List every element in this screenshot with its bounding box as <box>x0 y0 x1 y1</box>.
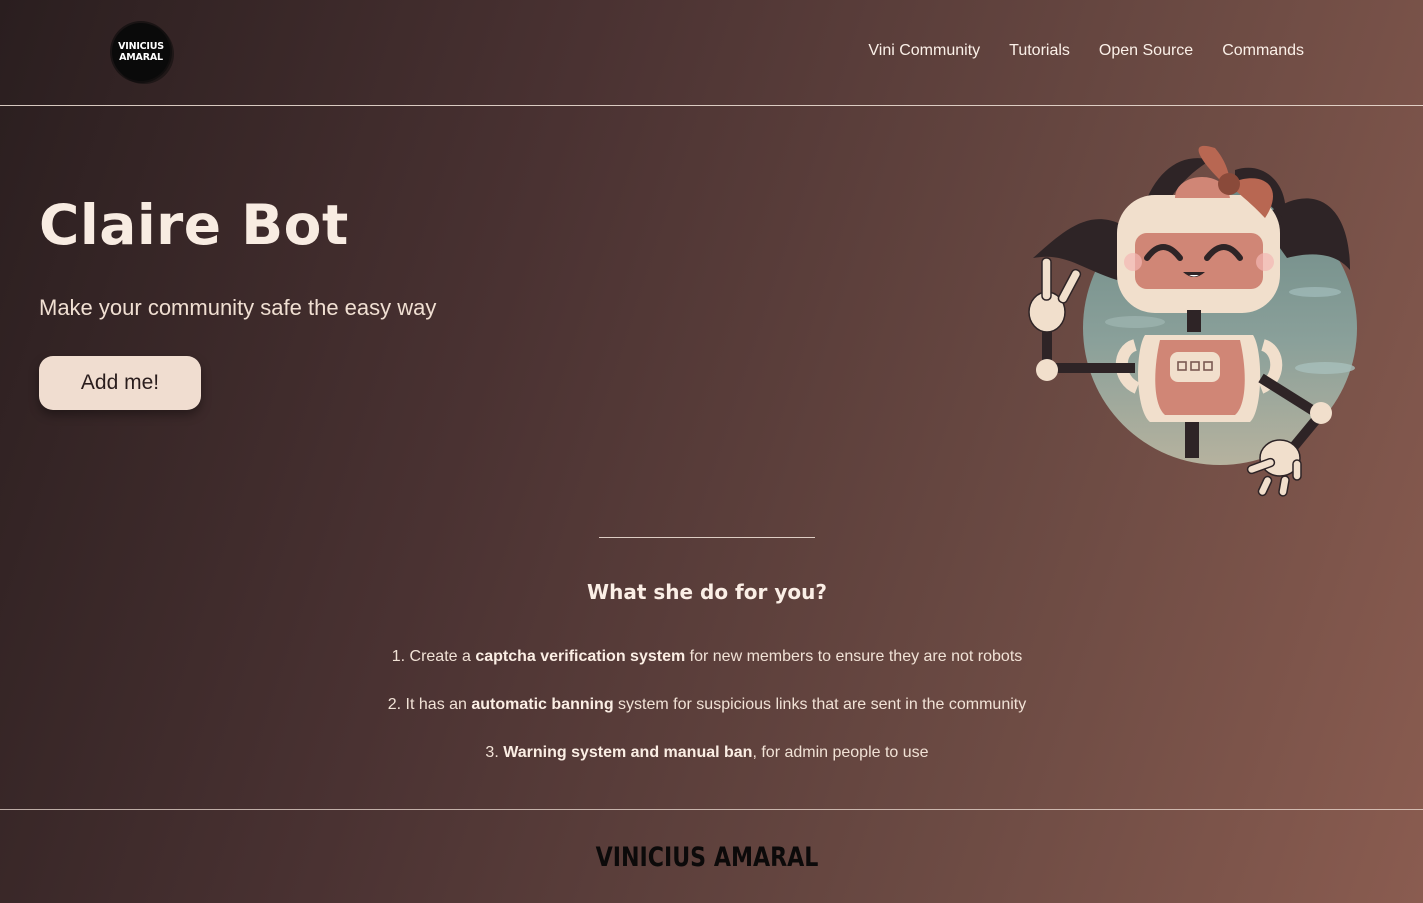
section-divider <box>599 537 815 538</box>
feature-prefix: 1. Create a <box>391 648 476 665</box>
footer-logo: VINICIUS AMARAL <box>595 842 819 873</box>
feature-item: 1. Create a captcha verification system … <box>0 646 1414 694</box>
feature-item: 2. It has an automatic banning system fo… <box>0 694 1414 742</box>
feature-highlight: captcha verification system <box>475 648 686 665</box>
add-me-button[interactable]: Add me! <box>39 356 201 410</box>
nav-link-vini-community[interactable]: Vini Community <box>868 42 980 60</box>
feature-item: 3. Warning system and manual ban, for ad… <box>0 742 1414 790</box>
feature-suffix: system for suspicious links that are sen… <box>613 696 1027 713</box>
hero-subtitle: Make your community safe the easy way <box>39 295 437 320</box>
feature-prefix: 2. It has an <box>387 696 472 713</box>
robot-girl-mascot-icon <box>1028 145 1357 497</box>
nav-link-tutorials[interactable]: Tutorials <box>1009 42 1070 60</box>
features-title: What she do for you? <box>587 580 827 604</box>
site-header: VINICIUS AMARAL Vini Community Tutorials… <box>0 0 1423 106</box>
logo-line-2: AMARAL <box>119 52 163 63</box>
footer-divider <box>0 809 1423 810</box>
feature-highlight: automatic banning <box>471 696 614 713</box>
main-nav: Vini Community Tutorials Open Source Com… <box>868 42 1304 60</box>
feature-suffix: for new members to ensure they are not r… <box>685 648 1023 665</box>
site-logo[interactable]: VINICIUS AMARAL <box>112 23 170 81</box>
feature-highlight: Warning system and manual ban <box>503 744 753 761</box>
hero-title: Claire Bot <box>39 193 349 257</box>
features-list: 1. Create a captcha verification system … <box>0 646 1414 790</box>
feature-suffix: , for admin people to use <box>752 744 929 761</box>
logo-line-1: VINICIUS <box>118 41 164 52</box>
nav-link-commands[interactable]: Commands <box>1222 42 1304 60</box>
nav-link-open-source[interactable]: Open Source <box>1099 42 1193 60</box>
feature-prefix: 3. <box>485 744 504 761</box>
